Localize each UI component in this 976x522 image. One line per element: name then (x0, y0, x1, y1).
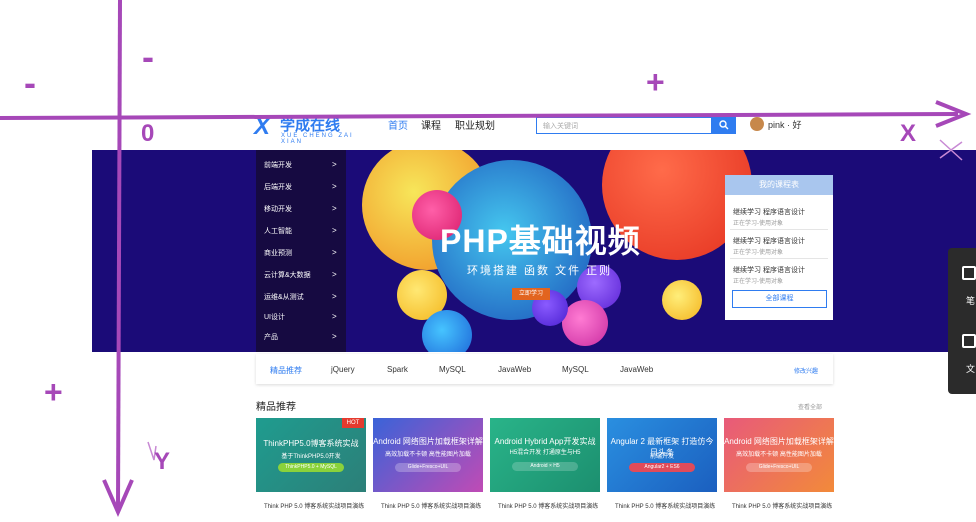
positive-x-label: + (646, 64, 665, 100)
negative-x-label: - (24, 62, 36, 103)
origin-label: 0 (141, 120, 155, 147)
coordinate-annotation-overlay (0, 0, 972, 517)
x-axis-label: X (900, 120, 917, 147)
positive-y-label: + (44, 374, 63, 410)
y-axis-line (116, 0, 122, 509)
screenshot-stage: X 学成在线 XUE CHENG ZAI XIAN 首页 课程 职业规划 输入关… (0, 0, 976, 522)
y-axis-label: Y (154, 448, 171, 475)
negative-y-label: - (142, 36, 154, 77)
scribble-mark (939, 139, 963, 161)
x-axis-line (0, 112, 959, 120)
